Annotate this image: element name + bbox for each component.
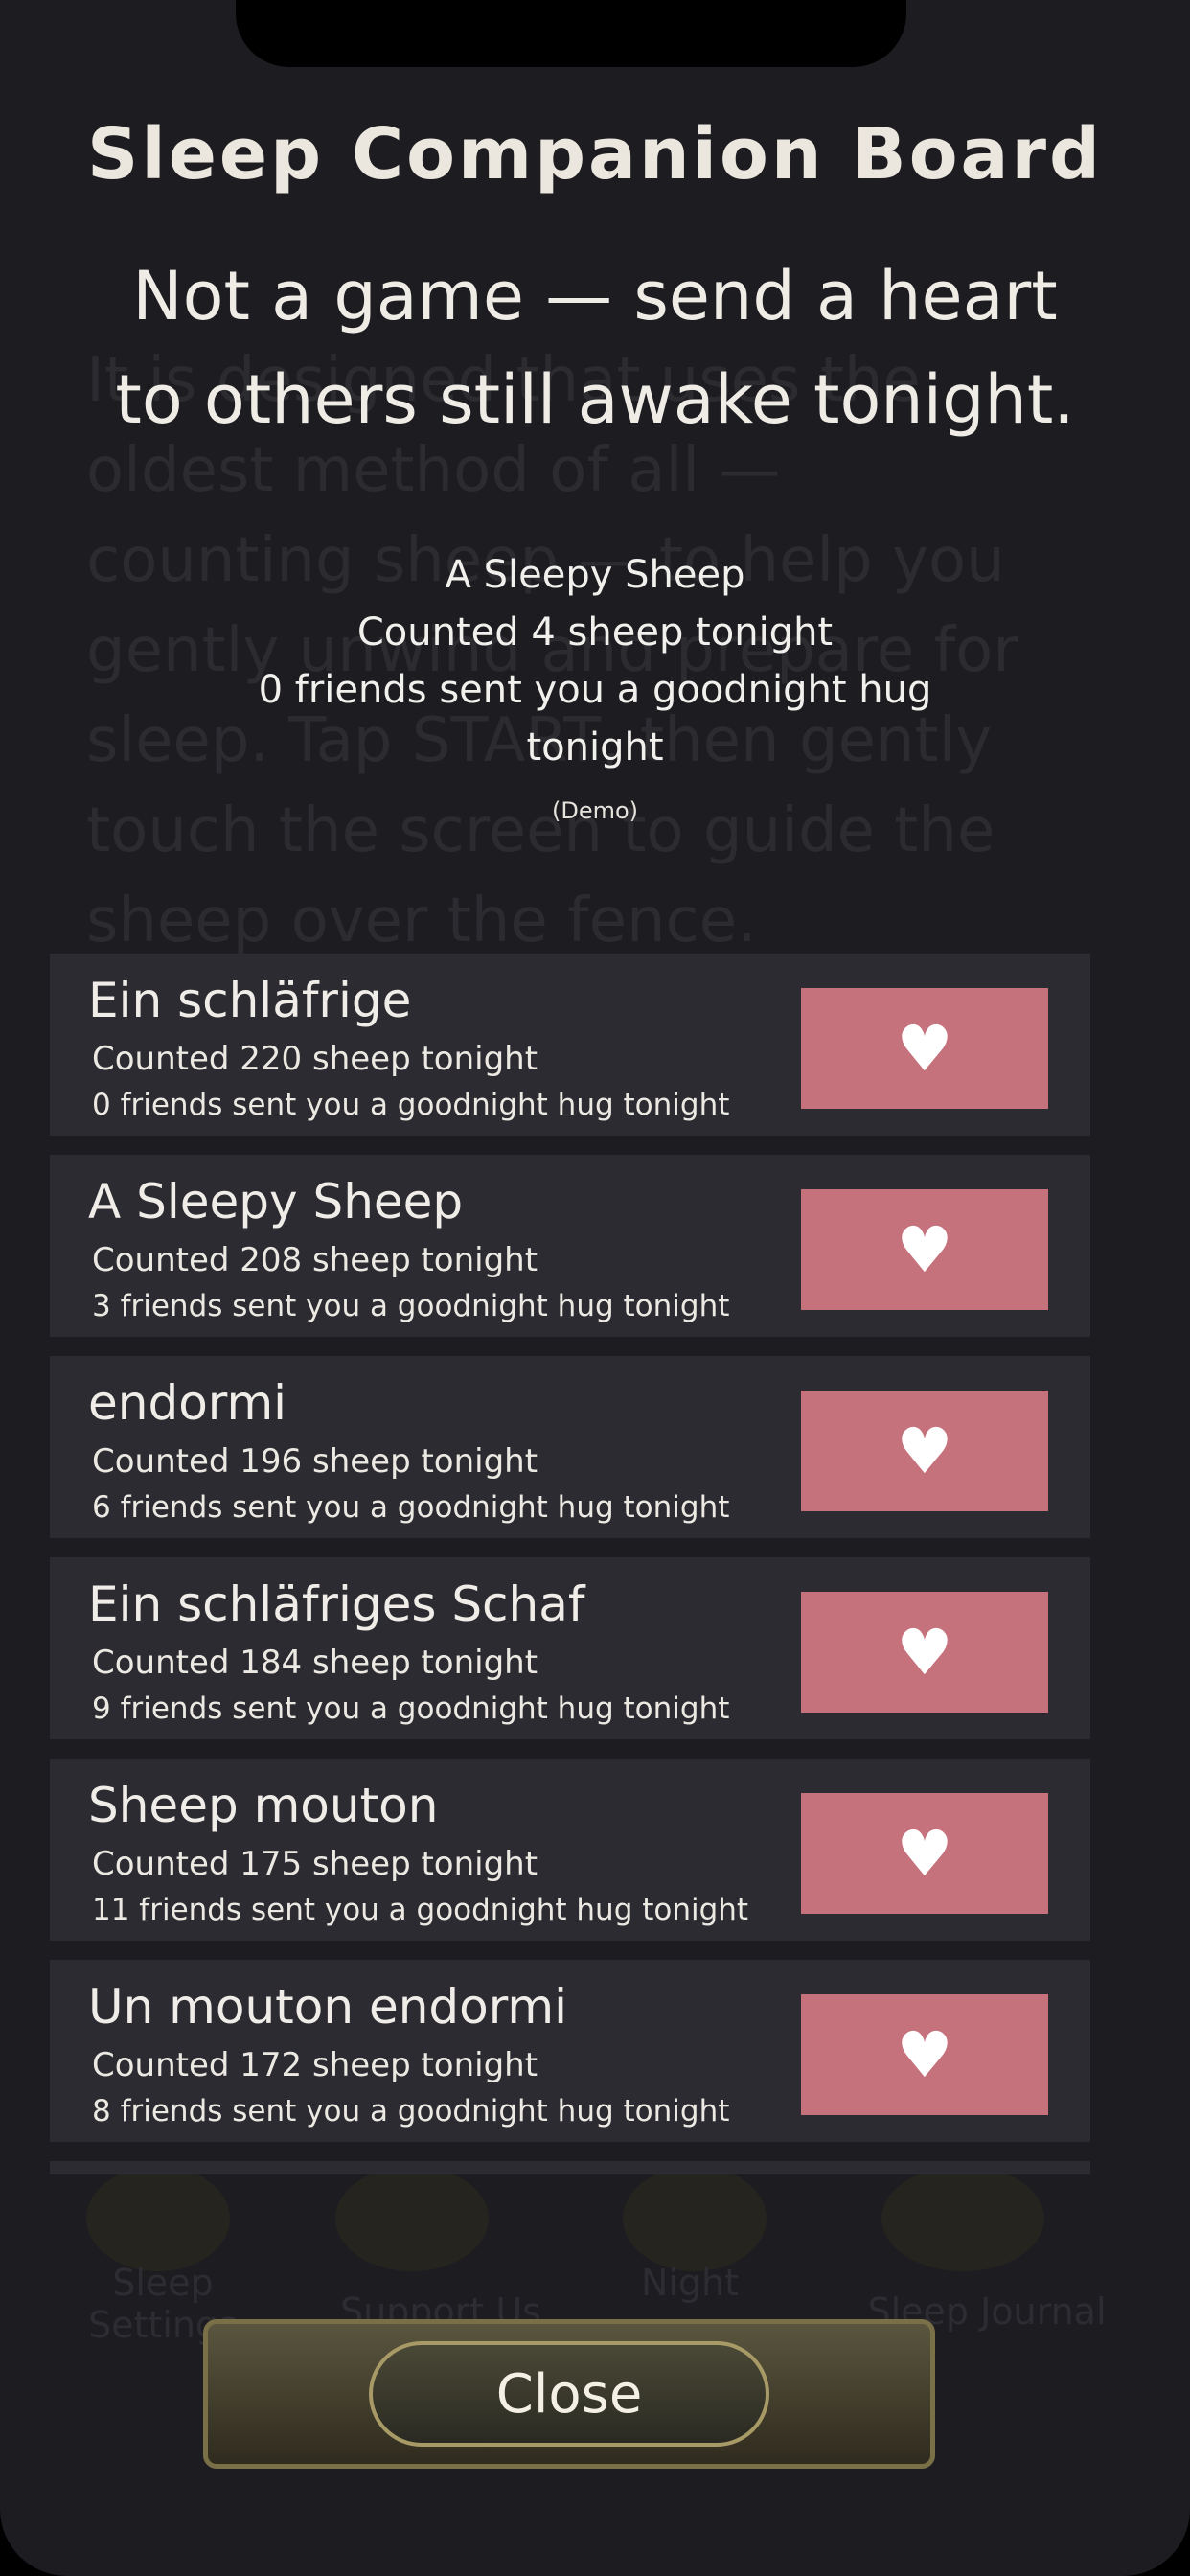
- companion-name: A Sleepy Sheep: [88, 1174, 464, 1230]
- hug-count: 0 friends sent you a goodnight hug tonig…: [92, 1088, 730, 1122]
- send-heart-button[interactable]: ♥: [801, 1189, 1048, 1310]
- send-heart-button[interactable]: ♥: [801, 988, 1048, 1109]
- subtitle-line: to others still awake tonight.: [115, 360, 1075, 439]
- heart-icon: ♥: [896, 1212, 953, 1287]
- my-count: Counted 4 sheep tonight: [356, 610, 834, 655]
- sheep-count: Counted 175 sheep tonight: [92, 1845, 538, 1883]
- sheep-count: Counted 196 sheep tonight: [92, 1442, 538, 1481]
- menu-night: Night: [594, 2262, 786, 2304]
- list-item: Un mouton endormi Counted 172 sheep toni…: [50, 1960, 1090, 2142]
- phone-screen: It is designed that uses the oldest meth…: [0, 0, 1190, 2576]
- sheep-count: Counted 184 sheep tonight: [92, 1644, 538, 1682]
- board-title: Sleep Companion Board: [87, 113, 1103, 196]
- send-heart-button[interactable]: ♥: [801, 1391, 1048, 1511]
- menu-label: Sleep: [112, 2262, 214, 2304]
- close-button-frame: Close: [203, 2319, 935, 2469]
- my-friends-line: 0 friends sent you a goodnight hug: [258, 668, 932, 712]
- heart-icon: ♥: [896, 2017, 953, 2092]
- device-notch: [236, 0, 906, 67]
- companion-name: Ein schläfriges Schaf: [88, 1576, 585, 1632]
- companion-name: Sheep mouton: [88, 1778, 439, 1833]
- sheep-count: Counted 220 sheep tonight: [92, 1040, 538, 1078]
- menu-label: Night: [640, 2262, 740, 2304]
- subtitle-line: Not a game — send a heart: [132, 257, 1058, 335]
- my-name: A Sleepy Sheep: [445, 553, 745, 597]
- list-item: Ein schläfrige Counted 220 sheep tonight…: [50, 954, 1090, 1136]
- hug-count: 3 friends sent you a goodnight hug tonig…: [92, 1289, 730, 1323]
- my-summary: A Sleepy Sheep Counted 4 sheep tonight 0…: [192, 546, 998, 824]
- demo-label: (Demo): [551, 797, 639, 824]
- hug-count: 8 friends sent you a goodnight hug tonig…: [92, 2094, 730, 2128]
- list-item: Ein schläfriges Schaf Counted 184 sheep …: [50, 1557, 1090, 1739]
- hug-count: 11 friends sent you a goodnight hug toni…: [92, 1893, 749, 1927]
- send-heart-button[interactable]: ♥: [801, 1994, 1048, 2115]
- sheep-count: Counted 172 sheep tonight: [92, 2046, 538, 2084]
- night-icon: [623, 2166, 767, 2271]
- send-heart-button[interactable]: ♥: [801, 1793, 1048, 1914]
- companion-list[interactable]: Ein schläfrige Counted 220 sheep tonight…: [50, 954, 1090, 2176]
- journal-icon: [881, 2166, 1044, 2271]
- list-item: endormi Counted 196 sheep tonight 6 frie…: [50, 1356, 1090, 1538]
- my-friends-line: tonight: [526, 725, 664, 770]
- list-item: A Sleepy Sheep Counted 208 sheep tonight…: [50, 1155, 1090, 1337]
- hug-count: 6 friends sent you a goodnight hug tonig…: [92, 1490, 730, 1525]
- send-heart-button[interactable]: ♥: [801, 1592, 1048, 1713]
- companion-name: endormi: [88, 1375, 287, 1431]
- support-icon: [335, 2166, 489, 2271]
- companion-name: Un mouton endormi: [88, 1979, 567, 2035]
- companion-name: Ein schläfrige: [88, 973, 412, 1028]
- list-item: Sheep mouton Counted 175 sheep tonight 1…: [50, 1759, 1090, 1941]
- board-subtitle: Not a game — send a heart to others stil…: [38, 244, 1152, 451]
- close-button[interactable]: Close: [369, 2341, 769, 2447]
- sheep-count: Counted 208 sheep tonight: [92, 1241, 538, 1279]
- heart-icon: ♥: [896, 1414, 953, 1488]
- list-next-row-edge: [50, 2161, 1090, 2174]
- background-line: sheep over the fence.: [86, 886, 757, 956]
- hug-count: 9 friends sent you a goodnight hug tonig…: [92, 1691, 730, 1726]
- heart-icon: ♥: [896, 1816, 953, 1891]
- heart-icon: ♥: [896, 1615, 953, 1690]
- heart-icon: ♥: [896, 1011, 953, 1086]
- moon-icon: [86, 2166, 230, 2271]
